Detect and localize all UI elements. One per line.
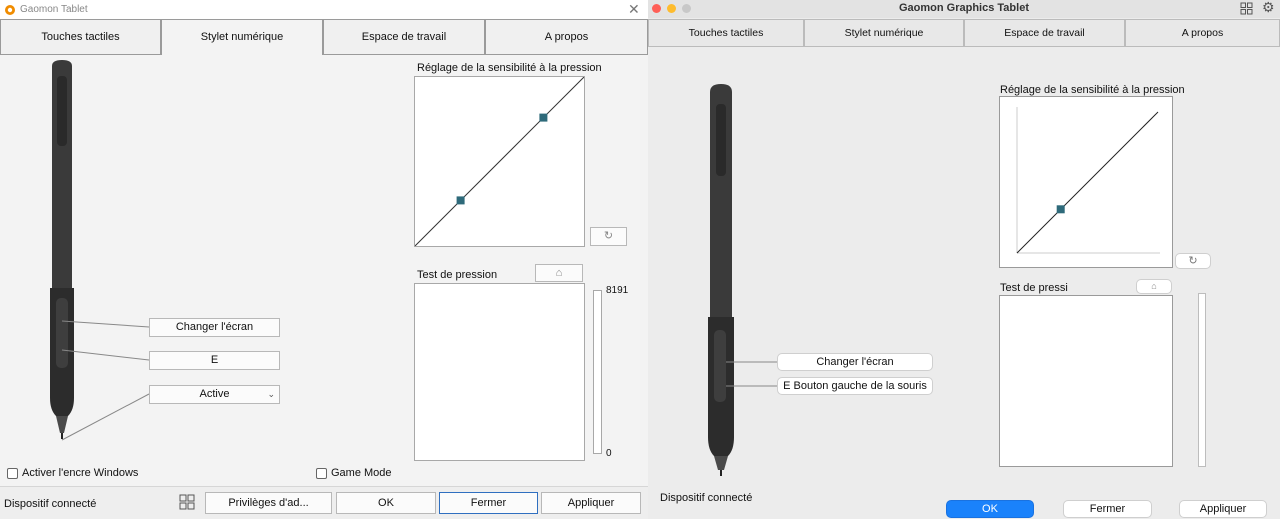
reset-icon: ↻ bbox=[1188, 255, 1198, 267]
pressure-curve-svg bbox=[414, 76, 585, 247]
pressure-test-area[interactable] bbox=[999, 295, 1173, 467]
curve-control-point[interactable] bbox=[1056, 205, 1065, 214]
tip-mode-value: Active bbox=[199, 388, 230, 400]
pressure-test-title: Test de pression bbox=[417, 269, 498, 281]
eraser-icon: ⌂ bbox=[1151, 281, 1157, 291]
windows-app-window: Gaomon Tablet ✕ Touches tactiles Stylet … bbox=[0, 0, 648, 519]
clear-pressure-test-button[interactable]: ⌂ bbox=[1136, 279, 1172, 294]
close-button[interactable]: Fermer bbox=[1063, 500, 1152, 518]
pressure-test-title: Test de pressi bbox=[1000, 282, 1068, 294]
mac-app-window: Gaomon Graphics Tablet ⚙ Touches tactile… bbox=[648, 0, 1280, 519]
windows-ink-checkbox[interactable] bbox=[7, 468, 18, 479]
pressure-curve-graph[interactable] bbox=[414, 76, 585, 247]
game-mode-checkbox[interactable] bbox=[316, 468, 327, 479]
pressure-curve-title: Réglage de la sensibilité à la pression bbox=[1000, 84, 1185, 96]
game-mode-label: Game Mode bbox=[331, 467, 392, 479]
pressure-level-bar bbox=[593, 290, 602, 454]
pressure-max-label: 8191 bbox=[606, 285, 629, 296]
upper-button-assignment[interactable]: Changer l'écran bbox=[149, 318, 280, 337]
curve-control-point[interactable] bbox=[456, 196, 465, 205]
apply-button[interactable]: Appliquer bbox=[541, 492, 641, 514]
pressure-min-label: 0 bbox=[606, 448, 612, 459]
chevron-down-icon: ⌄ bbox=[267, 389, 275, 399]
pressure-curve-graph[interactable] bbox=[999, 96, 1173, 268]
privileges-button[interactable]: Privilèges d'ad... bbox=[205, 492, 332, 514]
eraser-icon: ⌂ bbox=[555, 267, 563, 279]
pressure-curve-line bbox=[1016, 111, 1159, 254]
grid-icon[interactable] bbox=[179, 494, 195, 510]
lower-button-assignment[interactable]: E Bouton gauche de la souris bbox=[777, 377, 933, 395]
pressure-curve-line bbox=[414, 76, 585, 247]
reset-curve-button[interactable]: ↻ bbox=[1175, 253, 1211, 269]
ok-button[interactable]: OK bbox=[336, 492, 436, 514]
device-status: Dispositif connecté bbox=[660, 492, 753, 504]
apply-button[interactable]: Appliquer bbox=[1179, 500, 1267, 518]
windows-ink-label: Activer l'encre Windows bbox=[22, 467, 139, 479]
lower-button-assignment[interactable]: E bbox=[149, 351, 280, 370]
clear-pressure-test-button[interactable]: ⌂ bbox=[535, 264, 583, 282]
pressure-curve-title: Réglage de la sensibilité à la pression bbox=[417, 62, 602, 74]
pressure-level-bar bbox=[1198, 293, 1206, 467]
device-status: Dispositif connecté bbox=[4, 498, 97, 510]
reset-icon: ↻ bbox=[603, 230, 614, 242]
upper-button-assignment[interactable]: Changer l'écran bbox=[777, 353, 933, 371]
tip-mode-select[interactable]: Active ⌄ bbox=[149, 385, 280, 404]
ok-button[interactable]: OK bbox=[946, 500, 1034, 518]
close-button[interactable]: Fermer bbox=[439, 492, 538, 514]
pressure-curve-svg bbox=[1016, 107, 1160, 254]
pressure-test-area[interactable] bbox=[414, 283, 585, 461]
reset-curve-button[interactable]: ↻ bbox=[590, 227, 627, 246]
curve-control-point[interactable] bbox=[539, 113, 548, 122]
